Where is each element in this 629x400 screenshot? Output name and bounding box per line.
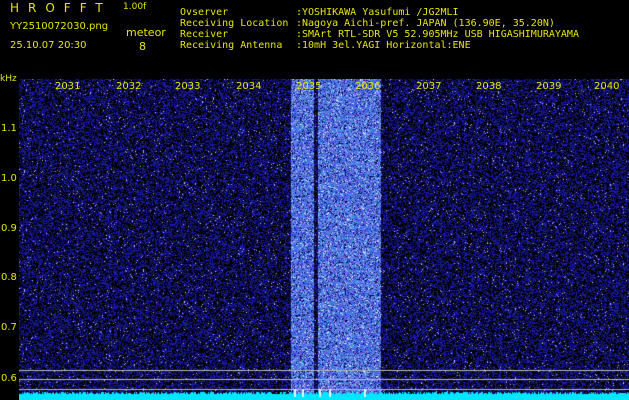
- info-row-location: Receiving Location :Nagoya Aichi-pref. JA…: [180, 19, 555, 29]
- x-tick-label: 2037: [416, 81, 442, 92]
- mode-label: meteor: [126, 26, 166, 39]
- x-tick-label: 2035: [296, 81, 322, 92]
- y-tick-label: 0.8: [1, 272, 17, 283]
- y-tick-label: 0.9: [1, 223, 17, 234]
- info-row-observer: Ovserver :YOSHIKAWA Yasufumi /JG2MLI: [180, 8, 459, 18]
- x-tick-label: 2031: [55, 81, 81, 92]
- info-value: :SMArt RTL-SDR V5 52.905MHz USB HIGASHIM…: [296, 29, 579, 40]
- y-tick-label: 1.1: [1, 123, 17, 134]
- app-name: HROFFT: [10, 1, 112, 15]
- spectrogram-canvas: [19, 79, 629, 400]
- info-row-antenna: Receiving Antenna :10mH 3el.YAGI Horizont…: [180, 41, 471, 51]
- y-tick-label: 1.0: [1, 173, 17, 184]
- y-axis-unit: kHz: [0, 74, 17, 84]
- x-tick-label: 2033: [175, 81, 201, 92]
- y-tick-label: 0.6: [1, 373, 17, 384]
- info-label: Receiver: [180, 29, 229, 40]
- info-label: Receiving Location: [180, 18, 289, 29]
- y-tick-label: 0.7: [1, 322, 17, 333]
- hrofft-window: HROFFT 1.00f YY2510072030.png 25.10.07 2…: [0, 0, 629, 400]
- info-value: :Nagoya Aichi-pref. JAPAN (136.90E, 35.2…: [296, 18, 555, 29]
- x-tick-label: 2040: [594, 81, 620, 92]
- x-tick-label: 2034: [236, 81, 262, 92]
- version-label: 1.00f: [123, 2, 147, 12]
- spectrogram-plot: [19, 79, 629, 400]
- info-label: Ovserver: [180, 7, 229, 18]
- x-tick-label: 2038: [476, 81, 502, 92]
- info-value: :10mH 3el.YAGI Horizontal:ENE: [296, 40, 471, 51]
- x-tick-label: 2032: [116, 81, 142, 92]
- info-value: :YOSHIKAWA Yasufumi /JG2MLI: [296, 7, 459, 18]
- x-tick-label: 2039: [536, 81, 562, 92]
- filename-label: YY2510072030.png: [10, 21, 109, 32]
- x-tick-label: 2036: [355, 81, 381, 92]
- timestamp-label: 25.10.07 20:30: [10, 40, 87, 51]
- meteor-count: 8: [139, 40, 146, 53]
- info-label: Receiving Antenna: [180, 40, 283, 51]
- info-row-receiver: Receiver :SMArt RTL-SDR V5 52.905MHz USB …: [180, 30, 579, 40]
